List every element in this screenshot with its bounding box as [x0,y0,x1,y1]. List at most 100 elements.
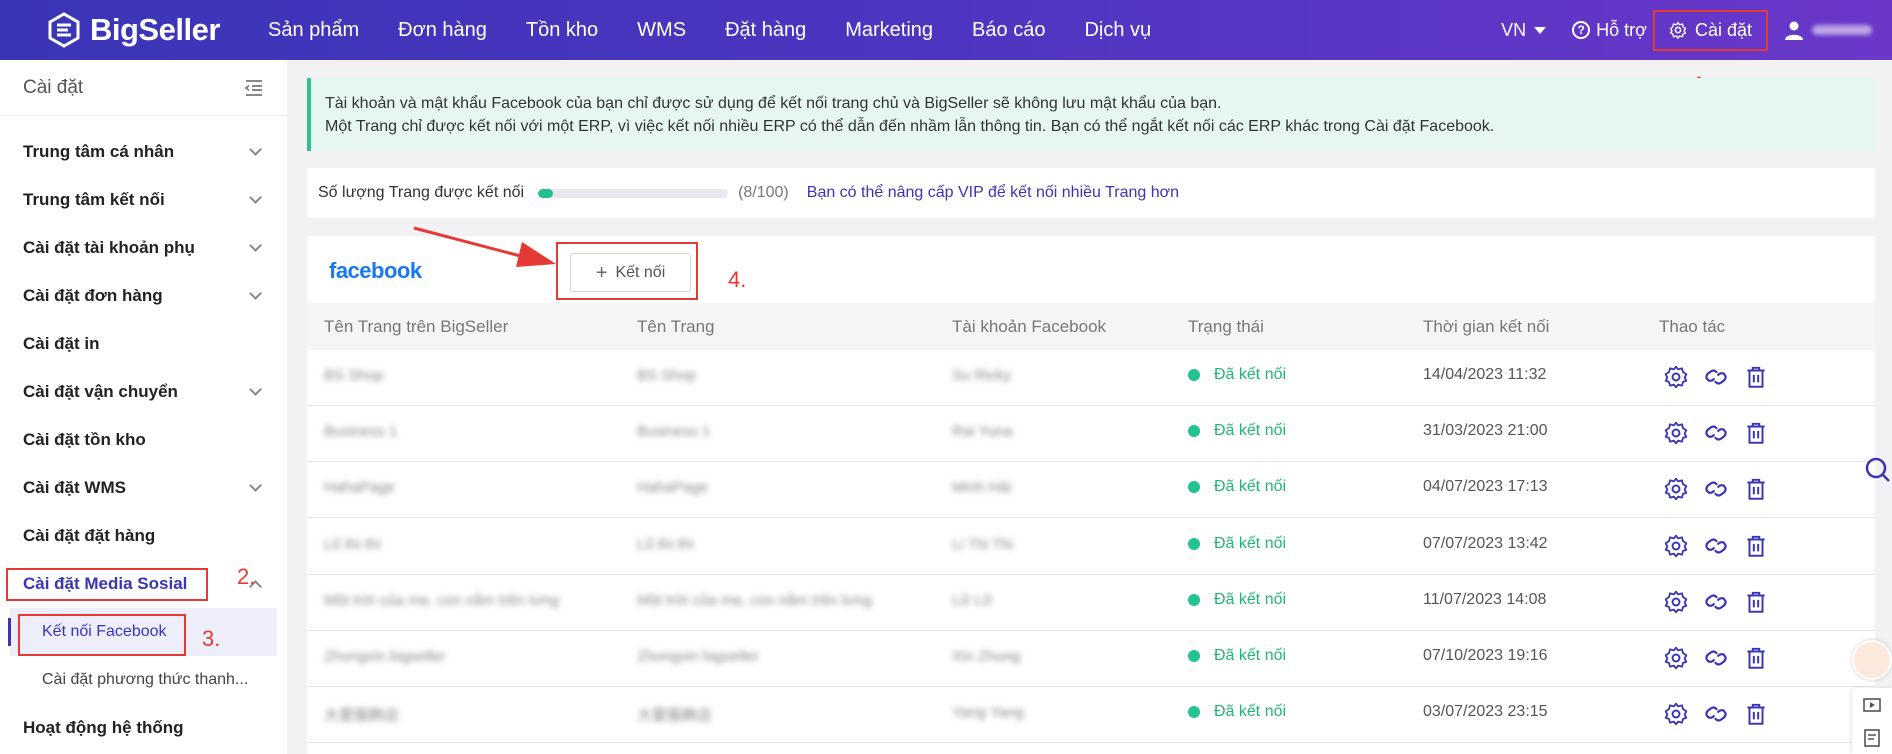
menu-sub-account-settings[interactable]: Cài đặt tài khoản phụ [0,224,287,272]
link-icon[interactable] [1703,589,1729,615]
nav-purchase[interactable]: Đặt hàng [725,19,806,42]
bigseller-logo[interactable]: BigSeller [46,12,220,48]
quota-label: Số lượng Trang được kết nối [318,184,525,201]
menu-purchase-settings[interactable]: Cài đặt đặt hàng [0,512,287,560]
gear-icon[interactable] [1663,420,1689,446]
gear-icon[interactable] [1663,476,1689,502]
link-icon[interactable] [1703,645,1729,671]
video-icon[interactable] [1862,696,1882,716]
cell-status: Đã kết nối [1188,535,1286,553]
cell-page-name: HahaPage [637,479,708,497]
settings-menu: Trung tâm cá nhân Trung tâm kết nối Cài … [0,116,287,752]
cell-page-name: Lũ thi thi [637,535,694,553]
trash-icon[interactable] [1743,645,1769,671]
chevron-down-icon [249,143,262,156]
menu-shipping-settings[interactable]: Cài đặt vận chuyển [0,368,287,416]
help-link[interactable]: ? Hỗ trợ [1572,20,1647,41]
status-dot [1188,706,1200,719]
menu-inventory-settings[interactable]: Cài đặt tồn kho [0,416,287,464]
menu-label: Cài đặt tài khoản phụ [23,238,195,257]
trash-icon[interactable] [1743,533,1769,559]
cell-page-name: Business 1 [637,423,711,441]
cell-connected-time: 31/03/2023 21:00 [1423,422,1548,440]
menu-label: Cài đặt WMS [23,478,126,497]
cell-bigseller-page-name: HahaPage [324,479,395,497]
menu-label: Cài đặt đơn hàng [23,286,163,305]
nav-inventory[interactable]: Tồn kho [526,19,598,42]
link-icon[interactable] [1703,476,1729,502]
nav-marketing[interactable]: Marketing [845,19,933,42]
note-icon[interactable] [1862,728,1882,748]
trash-icon[interactable] [1743,701,1769,727]
language-selector[interactable]: VN [1501,20,1547,41]
top-right-controls: VN ? Hỗ trợ Cài đặt [1501,0,1892,60]
bigseller-logo-icon [48,12,80,48]
table-row: Một trời của mẹ, con nằm trên lưng Một tr… [307,575,1875,631]
settings-label: Cài đặt [1694,19,1752,40]
submenu-payment-method-settings[interactable]: Cài đặt phương thức thanh... [0,656,287,704]
status-text: Đã kết nối [1214,366,1287,383]
chevron-down-icon [249,239,262,252]
link-icon[interactable] [1703,364,1729,390]
nav-reports[interactable]: Báo cáo [972,19,1045,42]
nav-wms[interactable]: WMS [637,19,686,42]
annotation-arrow [413,226,556,267]
cell-connected-time: 03/07/2023 23:15 [1423,703,1548,721]
support-avatar[interactable] [1852,640,1892,680]
link-icon[interactable] [1703,420,1729,446]
menu-personal-center[interactable]: Trung tâm cá nhân [0,128,287,176]
cell-facebook-account: Li Thi Thi [952,535,1014,553]
menu-label: Cài đặt tồn kho [23,430,146,449]
help-label: Hỗ trợ [1596,19,1647,40]
status-text: Đã kết nối [1214,422,1287,440]
gear-icon[interactable] [1663,589,1689,615]
cell-facebook-account: Xin Zhong [952,648,1021,665]
cell-connected-time: 04/07/2023 17:13 [1423,478,1548,496]
trash-icon[interactable] [1743,476,1769,502]
menu-system-activity[interactable]: Hoạt động hệ thống [0,704,287,752]
nav-orders[interactable]: Đơn hàng [398,19,487,42]
table-row: BS Shop BS Shop Su Ricky Đã kết nối 14/04/20… [307,350,1875,406]
trash-icon[interactable] [1743,589,1769,615]
notice-line-2: Một Trang chỉ được kết nối với một ERP, … [325,118,1495,135]
menu-wms-settings[interactable]: Cài đặt WMS [0,464,287,512]
nav-products[interactable]: Sản phẩm [268,19,359,42]
cell-bigseller-page-name: Một trời của mẹ, con nằm trên lưng [324,591,559,609]
search-icon[interactable] [1862,456,1890,484]
collapse-sidebar-icon[interactable] [244,79,264,97]
cell-facebook-account: Su Ricky [952,367,1012,384]
settings-button[interactable]: Cài đặt [1652,9,1768,51]
nav-services[interactable]: Dịch vụ [1084,19,1151,42]
table-row: HahaPage HahaPage Minh Hải Đã kết nối 04/07/… [307,462,1875,519]
upgrade-vip-link[interactable]: Bạn có thể nâng cấp VIP để kết nối nhiều… [807,184,1179,202]
menu-connection-center[interactable]: Trung tâm kết nối [0,176,287,224]
gear-icon[interactable] [1663,364,1689,390]
menu-order-settings[interactable]: Cài đặt đơn hàng [0,272,287,320]
info-notice: Tài khoản và mật khẩu Facebook của bạn c… [307,78,1875,151]
table-row: Zhongxin bigseller Zhongxin bigseller Xin … [307,631,1875,687]
link-icon[interactable] [1703,701,1729,727]
user-menu[interactable] [1784,20,1892,40]
table-row: Business 1 Business 1 Rai Yuna Đã kết nối 31… [307,406,1875,463]
chevron-down-icon [249,287,262,300]
user-name-blurred [1812,25,1872,35]
trash-icon[interactable] [1743,420,1769,446]
status-text: Đã kết nối [1214,647,1287,664]
menu-label: Trung tâm cá nhân [23,142,175,161]
cell-status: Đã kết nối [1188,422,1286,440]
cell-page-name: 大愛服飾店 [637,707,713,725]
col-status: Trạng thái [1188,316,1264,336]
gear-icon[interactable] [1663,701,1689,727]
chevron-down-icon [249,383,262,396]
link-icon[interactable] [1703,533,1729,559]
trash-icon[interactable] [1743,364,1769,390]
page-quota-bar: Số lượng Trang được kết nối (8/100) Bạn … [307,168,1875,218]
annotation-3: 3. [202,626,221,651]
gear-icon[interactable] [1663,645,1689,671]
user-icon [1785,21,1803,40]
gear-icon[interactable] [1663,533,1689,559]
menu-print-settings[interactable]: Cài đặt in [0,320,287,368]
cell-connected-time: 07/10/2023 19:16 [1423,647,1548,664]
cell-status: Đã kết nối [1188,591,1286,609]
cell-status: Đã kết nối [1188,366,1286,384]
